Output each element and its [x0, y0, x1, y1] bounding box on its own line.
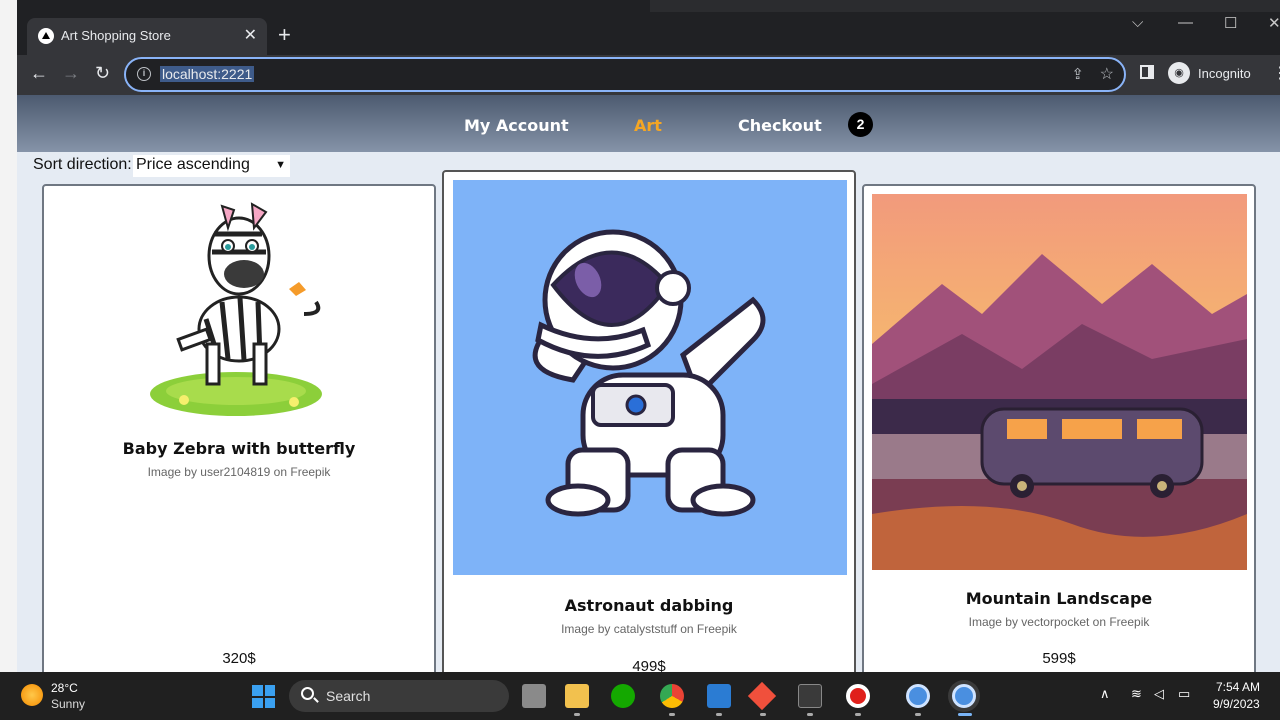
product-price: 499$ — [632, 658, 666, 672]
weather-temperature[interactable]: 28°C — [51, 681, 78, 695]
windows-start-icon[interactable] — [252, 685, 275, 708]
speaker-icon[interactable]: ◁ — [1154, 686, 1164, 702]
sun-icon[interactable] — [21, 684, 43, 706]
chrome-active-icon[interactable] — [952, 684, 976, 708]
terminal-icon[interactable] — [798, 684, 822, 708]
site-info-icon[interactable]: i — [137, 67, 151, 81]
product-price: 599$ — [1042, 650, 1076, 667]
address-bar-url[interactable]: localhost:2221 — [160, 66, 255, 82]
product-image-astronaut — [453, 180, 847, 575]
side-panel-icon[interactable] — [1140, 65, 1154, 79]
site-navbar: My Account Art Checkout 2 — [17, 95, 1280, 152]
minimize-icon[interactable]: — — [1178, 14, 1193, 31]
product-credit: Image by vectorpocket on Freepik — [968, 615, 1150, 629]
incognito-icon[interactable]: ◉ — [1168, 62, 1190, 84]
file-explorer-icon[interactable] — [565, 684, 589, 708]
running-indicator — [915, 713, 921, 716]
product-image-zebra — [144, 194, 334, 422]
product-card[interactable]: Astronaut dabbing Image by catalyststuff… — [442, 170, 856, 672]
tab-title: Art Shopping Store — [61, 28, 171, 43]
forward-arrow-icon[interactable]: → — [62, 63, 80, 84]
product-image-mountain — [872, 194, 1247, 570]
cart-count-badge[interactable]: 2 — [848, 112, 873, 137]
clock-date[interactable]: 9/9/2023 — [1213, 697, 1260, 711]
product-price: 320$ — [222, 650, 256, 667]
windows-taskbar: 28°C Sunny Search ∧ ≋ ◁ ▭ 7:54 AM 9/9/20… — [0, 672, 1280, 720]
product-title: Mountain Landscape — [965, 589, 1153, 608]
chevron-down-icon: ▼ — [275, 159, 286, 171]
vscode-icon[interactable] — [707, 684, 731, 708]
taskbar-search-placeholder: Search — [326, 688, 371, 704]
nav-link-checkout[interactable]: Checkout — [738, 116, 822, 135]
incognito-label[interactable]: Incognito — [1198, 66, 1251, 81]
running-indicator — [716, 713, 722, 716]
product-title: Astronaut dabbing — [564, 596, 734, 615]
desktop-edge — [0, 0, 17, 672]
active-indicator — [958, 713, 972, 716]
tab-close-icon[interactable]: ✕ — [244, 25, 257, 45]
taskbar-search-box[interactable]: Search — [289, 680, 509, 712]
browser-menu-icon[interactable]: ⋮ — [1272, 63, 1280, 83]
running-indicator — [807, 713, 813, 716]
running-indicator — [669, 713, 675, 716]
nav-link-my-account[interactable]: My Account — [464, 116, 569, 135]
running-indicator — [574, 713, 580, 716]
web-page: My Account Art Checkout 2 Sort direction… — [17, 95, 1280, 672]
new-tab-button[interactable]: + — [278, 22, 291, 48]
battery-icon[interactable]: ▭ — [1178, 686, 1190, 702]
clock-time[interactable]: 7:54 AM — [1216, 680, 1260, 694]
sort-selected-value: Price ascending — [136, 156, 250, 173]
search-icon — [301, 687, 314, 700]
chrome-profile-icon[interactable] — [906, 684, 930, 708]
product-credit: Image by user2104819 on Freepik — [147, 465, 331, 479]
background-window-edge — [650, 0, 1280, 12]
product-credit: Image by catalyststuff on Freepik — [561, 622, 737, 636]
product-card[interactable]: Baby Zebra with butterfly Image by user2… — [42, 184, 436, 672]
site-favicon-icon — [38, 28, 54, 44]
bookmark-star-icon[interactable]: ☆ — [1100, 64, 1114, 84]
sort-direction-select[interactable]: Price ascending ▼ — [133, 155, 290, 177]
upwork-icon[interactable] — [611, 684, 635, 708]
screen-recorder-icon[interactable] — [846, 684, 870, 708]
running-indicator — [855, 713, 861, 716]
weather-condition[interactable]: Sunny — [51, 697, 85, 711]
tray-overflow-chevron-icon[interactable]: ∧ — [1100, 686, 1110, 702]
tab-search-chevron-icon[interactable]: ⌵ — [1132, 14, 1143, 31]
running-indicator — [760, 713, 766, 716]
reload-icon[interactable]: ↻ — [95, 63, 110, 84]
git-icon[interactable] — [747, 681, 777, 711]
address-bar[interactable]: i localhost:2221 ⇪ ☆ — [124, 57, 1126, 92]
product-title: Baby Zebra with butterfly — [122, 439, 356, 458]
nav-link-art[interactable]: Art — [634, 116, 662, 135]
chrome-icon[interactable] — [660, 684, 684, 708]
browser-window-frame: Art Shopping Store ✕ + ⌵ — ☐ ✕ ← → ↻ i l… — [0, 0, 1280, 95]
browser-tab-active[interactable]: Art Shopping Store ✕ — [27, 18, 267, 55]
sort-label: Sort direction: — [33, 156, 132, 173]
browser-toolbar: ← → ↻ i localhost:2221 ⇪ ☆ ◉ Incognito ⋮ — [0, 55, 1280, 95]
product-card[interactable]: Mountain Landscape Image by vectorpocket… — [862, 184, 1256, 672]
close-window-icon[interactable]: ✕ — [1268, 14, 1280, 32]
share-icon[interactable]: ⇪ — [1071, 65, 1084, 83]
back-arrow-icon[interactable]: ← — [30, 63, 48, 84]
task-view-icon[interactable] — [522, 684, 546, 708]
maximize-icon[interactable]: ☐ — [1224, 14, 1237, 32]
wifi-icon[interactable]: ≋ — [1131, 686, 1142, 702]
